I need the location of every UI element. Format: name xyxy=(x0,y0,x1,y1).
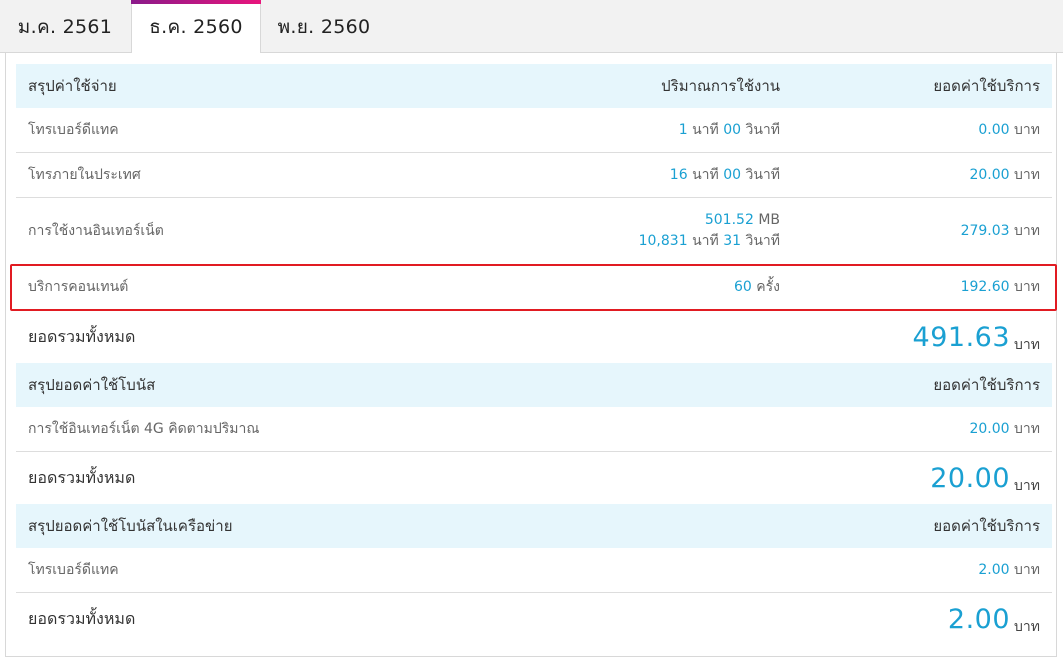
amount-column-header: ยอดค่าใช้บริการ xyxy=(933,376,1040,394)
section-bonus-header: สรุปยอดค่าใช้โบนัส ยอดค่าใช้บริการ xyxy=(16,363,1052,407)
usage-value: 1 นาที 00 วินาที xyxy=(678,121,780,138)
row-label: บริการคอนเทนต์ xyxy=(28,279,129,295)
tab-nov-2560[interactable]: พ.ย. 2560 xyxy=(262,0,386,53)
section-title: สรุปยอดค่าใช้โบนัสในเครือข่าย xyxy=(28,517,233,535)
amount-value: 20.00 บาท xyxy=(969,167,1040,183)
row-label: โทรเบอร์ดีแทค xyxy=(28,562,119,578)
section-expense-header: สรุปค่าใช้จ่าย ปริมาณการใช้งาน ยอดค่าใช้… xyxy=(16,64,1052,108)
usage-value: 60 ครั้ง xyxy=(733,278,780,295)
usage-value: 501.52 MB 10,831 นาที 31 วินาที xyxy=(638,212,780,249)
table-row: บริการคอนเทนต์ 60 ครั้ง 192.60 บาท xyxy=(16,265,1052,310)
tab-dec-2560-active[interactable]: ธ.ค. 2560 xyxy=(131,0,261,54)
total-amount: 2.00 บาท xyxy=(947,603,1040,635)
total-label: ยอดรวมทั้งหมด xyxy=(28,467,136,487)
row-label: โทรเบอร์ดีแทค xyxy=(28,122,119,138)
table-row: โทรเบอร์ดีแทค 2.00 บาท xyxy=(16,548,1052,593)
total-row: ยอดรวมทั้งหมด 491.63 บาท xyxy=(16,311,1052,363)
tab-jan-2561[interactable]: ม.ค. 2561 xyxy=(0,0,130,53)
section-network-bonus-header: สรุปยอดค่าใช้โบนัสในเครือข่าย ยอดค่าใช้บ… xyxy=(16,504,1052,548)
row-label: โทรภายในประเทศ xyxy=(28,167,141,183)
table-row: โทรเบอร์ดีแทค 1 นาที 00 วินาที 0.00 บาท xyxy=(16,108,1052,153)
row-label: การใช้อินเทอร์เน็ต 4G คิดตามปริมาณ xyxy=(28,421,260,437)
amount-value: 279.03 บาท xyxy=(960,223,1040,239)
amount-column-header: ยอดค่าใช้บริการ xyxy=(933,77,1040,95)
total-label: ยอดรวมทั้งหมด xyxy=(28,326,136,346)
amount-value: 2.00 บาท xyxy=(978,562,1040,578)
table-row: โทรภายในประเทศ 16 นาที 00 วินาที 20.00 บ… xyxy=(16,153,1052,198)
row-label: การใช้งานอินเทอร์เน็ต xyxy=(28,223,164,239)
amount-value: 20.00 บาท xyxy=(969,421,1040,437)
section-title: สรุปยอดค่าใช้โบนัส xyxy=(28,376,156,394)
usage-column-header: ปริมาณการใช้งาน xyxy=(661,76,780,95)
table-row: การใช้อินเทอร์เน็ต 4G คิดตามปริมาณ 20.00… xyxy=(16,407,1052,452)
usage-value: 16 นาที 00 วินาที xyxy=(669,166,780,183)
amount-column-header: ยอดค่าใช้บริการ xyxy=(933,517,1040,535)
amount-value: 192.60 บาท xyxy=(960,279,1040,295)
billing-summary-panel: สรุปค่าใช้จ่าย ปริมาณการใช้งาน ยอดค่าใช้… xyxy=(5,53,1057,657)
total-row: ยอดรวมทั้งหมด 20.00 บาท xyxy=(16,452,1052,504)
section-title: สรุปค่าใช้จ่าย xyxy=(28,77,117,95)
total-amount: 20.00 บาท xyxy=(930,462,1040,494)
total-label: ยอดรวมทั้งหมด xyxy=(28,608,136,628)
month-tabs: ม.ค. 2561 ธ.ค. 2560 พ.ย. 2560 xyxy=(0,0,1063,54)
total-row: ยอดรวมทั้งหมด 2.00 บาท xyxy=(16,593,1052,645)
table-row: การใช้งานอินเทอร์เน็ต 501.52 MB 10,831 น… xyxy=(16,198,1052,265)
amount-value: 0.00 บาท xyxy=(978,122,1040,138)
total-amount: 491.63 บาท xyxy=(912,321,1040,353)
